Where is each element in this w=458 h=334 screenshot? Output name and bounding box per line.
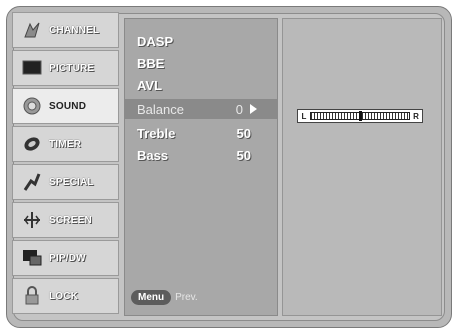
balance-slider[interactable]: L R <box>297 109 423 123</box>
sidebar-item-pipdw[interactable]: PIP/DW <box>12 240 119 276</box>
sidebar-item-sound[interactable]: SOUND <box>12 88 119 124</box>
sidebar-item-screen[interactable]: SCREEN <box>12 202 119 238</box>
menu-item-label: Treble <box>137 125 176 141</box>
special-icon <box>21 171 43 193</box>
balance-track[interactable] <box>310 111 410 121</box>
menu-item-treble[interactable]: Treble 50 <box>125 123 277 143</box>
menu-item-bass[interactable]: Bass 50 <box>125 145 277 165</box>
balance-left-label: L <box>301 111 307 121</box>
balance-indicator <box>359 111 362 121</box>
menu-item-dasp[interactable]: DASP <box>125 31 277 51</box>
menu-item-label: DASP <box>137 33 174 49</box>
sidebar-item-channel[interactable]: CHANNEL <box>12 12 119 48</box>
screen-icon <box>21 209 43 231</box>
pip-icon <box>21 247 43 269</box>
sidebar-item-picture[interactable]: PICTURE <box>12 50 119 86</box>
channel-icon <box>21 19 43 41</box>
menu-button[interactable]: Menu <box>131 289 172 305</box>
prev-label: Prev. <box>175 291 198 303</box>
menu-item-value: 0 <box>235 101 243 117</box>
arrow-right-icon <box>250 104 257 114</box>
menu-item-label: AVL <box>137 77 163 93</box>
sidebar-item-lock[interactable]: LOCK <box>12 278 119 314</box>
lock-icon <box>21 285 43 307</box>
sidebar-item-label: LOCK <box>49 290 79 302</box>
balance-right-label: R <box>413 111 419 121</box>
sound-icon <box>21 95 43 117</box>
menu-item-label: Balance <box>137 101 184 117</box>
menu-item-value: 50 <box>236 147 251 163</box>
menu-footer: Menu Prev. <box>131 287 198 307</box>
sidebar-item-label: PIP/DW <box>49 252 86 264</box>
sidebar-item-timer[interactable]: TIMER <box>12 126 119 162</box>
menu-item-label: BBE <box>137 55 165 71</box>
menu-item-bbe[interactable]: BBE <box>125 53 277 73</box>
sidebar-item-label: CHANNEL <box>49 24 100 36</box>
sidebar-item-label: PICTURE <box>49 62 95 74</box>
sidebar-item-label: SCREEN <box>49 214 92 226</box>
menu-item-balance[interactable]: Balance 0 <box>125 99 277 119</box>
timer-icon <box>21 133 43 155</box>
sidebar-item-special[interactable]: SPECIAL <box>12 164 119 200</box>
menu-item-value: 50 <box>236 125 251 141</box>
sidebar-item-label: SPECIAL <box>49 176 94 188</box>
sidebar-item-label: TIMER <box>49 138 82 150</box>
sidebar: CHANNEL PICTURE SOUND TIMER SPECIAL SCRE… <box>12 12 119 320</box>
menu-item-label: Bass <box>137 147 169 163</box>
picture-icon <box>21 57 43 79</box>
sound-menu-panel: DASP BBE AVL Balance 0 Treble 50 Bass 50… <box>124 18 278 316</box>
adjust-panel: L R <box>282 18 442 316</box>
menu-item-avl[interactable]: AVL <box>125 75 277 95</box>
sidebar-item-label: SOUND <box>49 100 87 112</box>
